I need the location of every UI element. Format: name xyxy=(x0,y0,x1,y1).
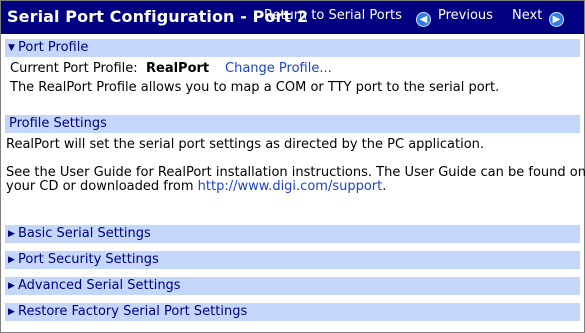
triangle-right-icon: ▶ xyxy=(8,229,15,239)
current-profile-value: RealPort xyxy=(146,61,210,76)
port-security-settings-header[interactable]: ▶ Port Security Settings xyxy=(5,251,580,269)
line3-suffix: . xyxy=(382,179,387,194)
port-profile-header[interactable]: ▼ Port Profile xyxy=(5,39,580,57)
restore-factory-settings-header[interactable]: ▶ Restore Factory Serial Port Settings xyxy=(5,303,580,321)
change-profile-link[interactable]: Change Profile... xyxy=(225,61,332,76)
previous-link[interactable]: Previous xyxy=(438,8,493,23)
port-profile-heading: Port Profile xyxy=(18,40,89,55)
section-label: Restore Factory Serial Port Settings xyxy=(18,304,248,319)
advanced-serial-settings-header[interactable]: ▶ Advanced Serial Settings xyxy=(5,277,580,295)
triangle-down-icon: ▼ xyxy=(8,43,15,53)
section-label: Basic Serial Settings xyxy=(18,226,151,241)
section-label: Port Security Settings xyxy=(18,252,159,267)
return-to-serial-ports-link[interactable]: Return to Serial Ports xyxy=(264,8,402,23)
profile-settings-line2: See the User Guide for RealPort installa… xyxy=(6,165,585,180)
digi-support-link[interactable]: http://www.digi.com/support xyxy=(198,179,383,194)
line3-prefix: your CD or downloaded from xyxy=(6,179,198,194)
section-label: Advanced Serial Settings xyxy=(18,278,181,293)
arrow-right-circle-icon[interactable]: ▶ xyxy=(549,12,564,27)
profile-settings-line3: your CD or downloaded from http://www.di… xyxy=(6,179,386,194)
config-panel: Serial Port Configuration - Port 2 Retur… xyxy=(0,0,585,333)
title-bar: Serial Port Configuration - Port 2 Retur… xyxy=(1,1,584,34)
profile-settings-header: Profile Settings xyxy=(5,115,580,133)
profile-settings-line1: RealPort will set the serial port settin… xyxy=(6,137,485,152)
next-link[interactable]: Next xyxy=(512,8,542,23)
basic-serial-settings-header[interactable]: ▶ Basic Serial Settings xyxy=(5,225,580,243)
arrow-left-circle-icon[interactable]: ◀ xyxy=(416,12,431,27)
current-profile-label: Current Port Profile: xyxy=(10,61,138,76)
triangle-right-icon: ▶ xyxy=(8,307,15,317)
profile-description: The RealPort Profile allows you to map a… xyxy=(10,80,500,95)
triangle-right-icon: ▶ xyxy=(8,281,15,291)
triangle-right-icon: ▶ xyxy=(8,255,15,265)
